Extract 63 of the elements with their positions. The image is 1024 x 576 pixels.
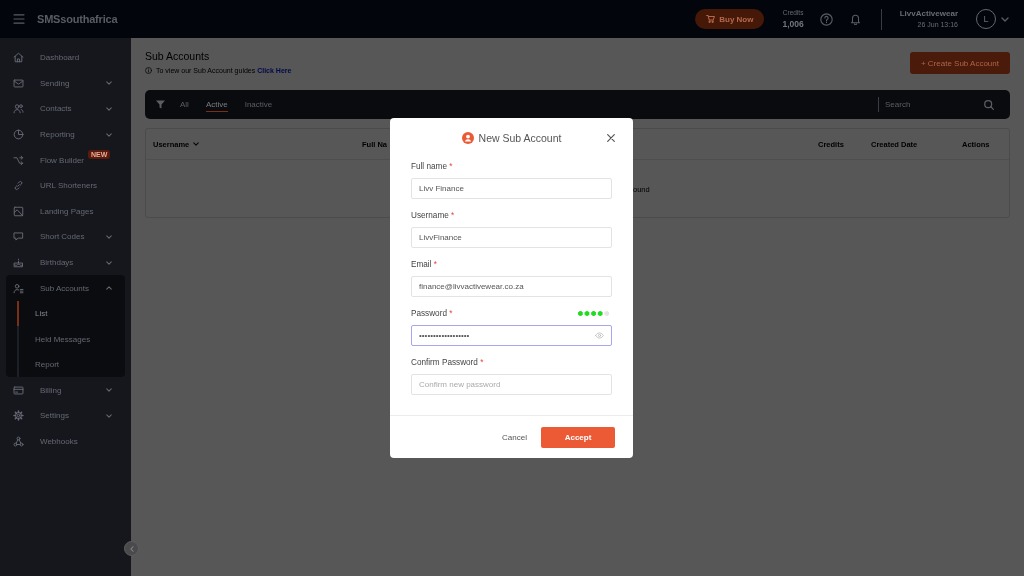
eye-icon[interactable] bbox=[595, 332, 604, 339]
field-label: Email * bbox=[411, 259, 437, 269]
envelope-icon bbox=[13, 77, 24, 89]
sidebar-item[interactable]: Reporting bbox=[6, 121, 125, 148]
filter-icon[interactable] bbox=[156, 100, 165, 109]
buy-now-button[interactable]: Buy Now bbox=[695, 9, 765, 29]
account-name: LivvActivewear bbox=[899, 10, 958, 18]
submenu-item[interactable]: Report bbox=[17, 351, 125, 378]
sidebar-item[interactable]: Sending bbox=[6, 70, 125, 97]
card-icon bbox=[13, 384, 24, 396]
home-icon bbox=[13, 52, 24, 64]
cart-icon bbox=[706, 15, 716, 23]
chevron-left-icon bbox=[129, 545, 134, 552]
page-title: Sub Accounts bbox=[145, 49, 211, 63]
close-icon[interactable] bbox=[607, 134, 615, 142]
full-name-field[interactable]: Livv Finance bbox=[411, 178, 612, 199]
info-icon bbox=[145, 66, 152, 74]
field-label: Confirm Password * bbox=[411, 357, 484, 367]
password-field[interactable]: •••••••••••••••••• bbox=[411, 325, 612, 346]
create-sub-account-button[interactable]: + Create Sub Account bbox=[909, 52, 1010, 74]
search-field[interactable]: Search bbox=[878, 97, 980, 112]
filter-tab[interactable]: All bbox=[180, 97, 189, 112]
sidebar-item[interactable]: Dashboard bbox=[6, 45, 125, 71]
chevron-down-icon[interactable] bbox=[1001, 16, 1009, 22]
sidebar-item[interactable]: Billing bbox=[6, 377, 125, 404]
field-label: Full name * bbox=[411, 161, 453, 171]
menu-icon[interactable] bbox=[13, 14, 25, 24]
field-label: Password * bbox=[411, 308, 453, 318]
cancel-button[interactable]: Cancel bbox=[488, 426, 541, 448]
help-icon[interactable] bbox=[819, 12, 833, 26]
field-label: Username * bbox=[411, 210, 455, 220]
username-field[interactable]: LivvFinance bbox=[411, 227, 612, 248]
sidebar-item[interactable]: URL Shorteners bbox=[6, 172, 125, 199]
accept-button[interactable]: Accept bbox=[541, 426, 615, 448]
chat-bubble-icon bbox=[13, 231, 24, 243]
branch-arrows-icon bbox=[13, 154, 24, 166]
credits-value: 1,006 bbox=[782, 19, 804, 28]
sidebar-item[interactable]: Sub Accounts bbox=[6, 275, 125, 301]
sidebar-item[interactable]: Contacts bbox=[6, 96, 125, 122]
sidebar-item[interactable]: Settings bbox=[6, 403, 125, 429]
sidebar-item[interactable]: Short Codes bbox=[6, 224, 125, 250]
people-icon bbox=[13, 103, 24, 115]
bell-icon[interactable] bbox=[849, 13, 861, 25]
sidebar-item[interactable]: Landing Pages bbox=[6, 198, 125, 225]
link-icon bbox=[13, 180, 24, 192]
image-icon bbox=[13, 205, 24, 217]
gear-icon bbox=[13, 410, 24, 422]
user-list-icon bbox=[13, 282, 24, 294]
pie-chart-icon bbox=[13, 129, 24, 141]
filter-tab[interactable]: Inactive bbox=[244, 97, 273, 112]
cake-icon bbox=[13, 257, 24, 269]
filter-tab[interactable]: Active bbox=[205, 97, 228, 112]
sidebar-item[interactable]: Webhooks bbox=[6, 428, 125, 455]
confirm-password-field[interactable]: Confirm new password bbox=[411, 374, 612, 395]
logo-text[interactable]: SMSsouthafrica bbox=[37, 13, 118, 25]
sidebar-item[interactable]: Birthdays bbox=[6, 249, 125, 276]
nodes-icon bbox=[13, 435, 24, 447]
submenu-item[interactable]: Held Messages bbox=[17, 326, 125, 352]
email-field[interactable]: finance@livvactivewear.co.za bbox=[411, 276, 612, 297]
user-icon bbox=[461, 132, 474, 144]
submenu-item[interactable]: List bbox=[17, 300, 125, 327]
modal-title: New Sub Account bbox=[478, 132, 562, 144]
search-icon[interactable] bbox=[984, 99, 994, 110]
